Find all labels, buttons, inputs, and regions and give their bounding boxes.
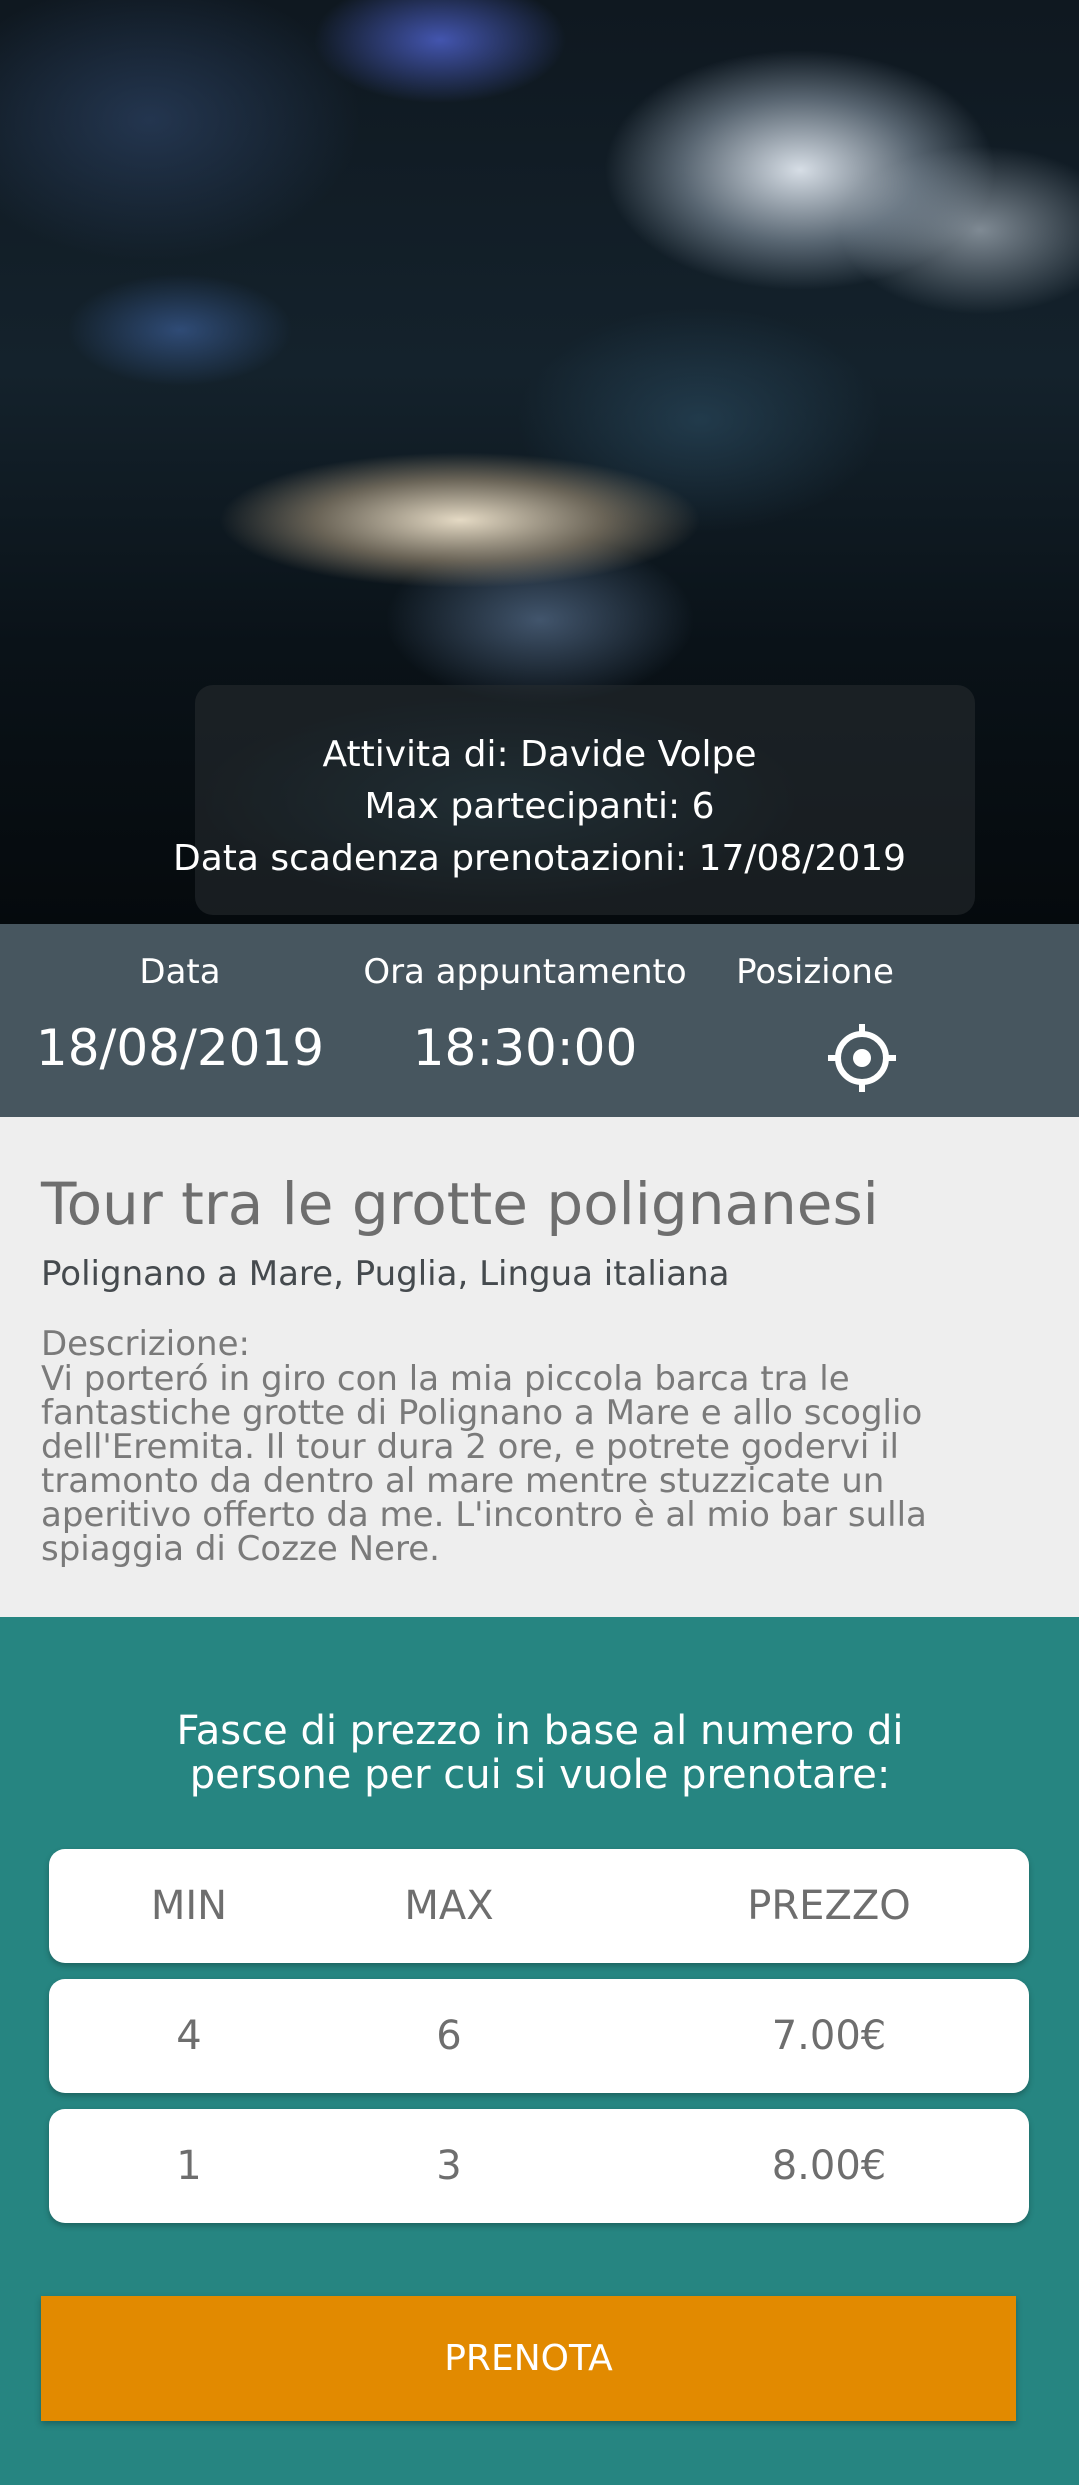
organizer-text: Attivita di: Davide Volpe (322, 734, 757, 775)
tour-details: Tour tra le grotte polignanesi Polignano… (0, 1117, 1079, 1617)
row-price: 7.00€ (771, 2013, 887, 2059)
info-bar: Data 18/08/2019 Ora appuntamento 18:30:0… (0, 924, 1079, 1117)
date-value: 18/08/2019 (35, 1019, 325, 1077)
hero-image: Attivita di: Davide Volpe Max partecipan… (0, 0, 1079, 924)
book-button[interactable]: PRENOTA (41, 2296, 1016, 2421)
pricing-header-row: MIN MAX PREZZO (49, 1849, 1029, 1963)
tour-subtitle: Polignano a Mare, Puglia, Lingua italian… (41, 1254, 730, 1294)
location-target-icon[interactable] (826, 1022, 898, 1094)
row-min: 1 (176, 2143, 202, 2189)
description-label: Descrizione: (41, 1324, 250, 1364)
row-price: 8.00€ (771, 2143, 887, 2189)
max-participants-text: Max partecipanti: 6 (364, 786, 715, 827)
header-price: PREZZO (747, 1883, 911, 1929)
time-label: Ora appuntamento (363, 952, 687, 992)
row-min: 4 (176, 2013, 202, 2059)
row-max: 3 (436, 2143, 462, 2189)
pricing-row: 1 3 8.00€ (49, 2109, 1029, 2223)
position-label: Posizione (736, 952, 894, 992)
date-label: Data (139, 952, 221, 992)
header-max: MAX (404, 1883, 494, 1929)
pricing-row: 4 6 7.00€ (49, 1979, 1029, 2093)
time-value: 18:30:00 (412, 1019, 638, 1077)
tour-title: Tour tra le grotte polignanesi (41, 1170, 879, 1238)
booking-deadline-text: Data scadenza prenotazioni: 17/08/2019 (172, 838, 907, 879)
pricing-title: Fasce di prezzo in base al numero di per… (176, 1708, 904, 1798)
description-text: Vi porteró in giro con la mia piccola ba… (41, 1359, 927, 1569)
row-max: 6 (436, 2013, 462, 2059)
header-min: MIN (150, 1883, 228, 1929)
